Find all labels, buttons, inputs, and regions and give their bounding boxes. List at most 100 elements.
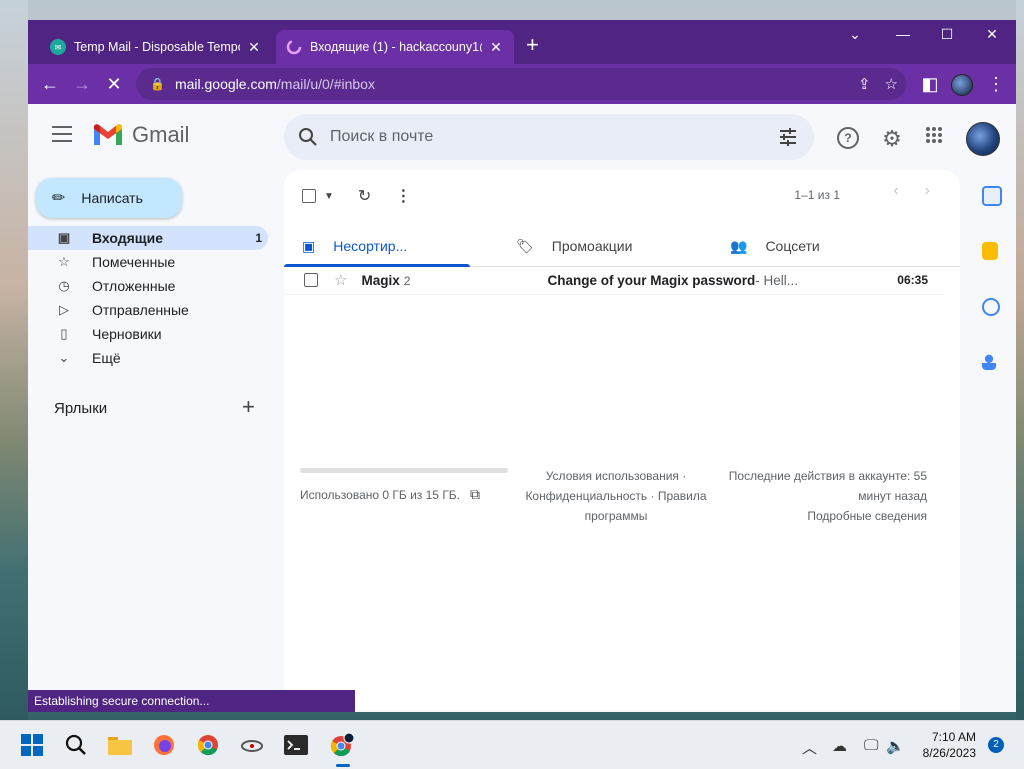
keep-icon[interactable] xyxy=(982,242,998,260)
share-icon[interactable]: ⇪ xyxy=(858,75,871,93)
address-bar[interactable]: 🔒 mail.google.com/mail/u/0/#inbox ⇪ ☆ xyxy=(136,68,906,100)
minimize-icon[interactable]: — xyxy=(891,26,915,42)
category-tabs: ▣ Несортир... 🏷 Промоакции 👥 Соцсети xyxy=(284,226,960,267)
windows-taskbar: ︿ ☁ 🖵 🔈 7:10 AM 8/26/2023 2 xyxy=(0,720,1024,769)
sidebar-item-more[interactable]: ⌄ Ещё xyxy=(28,346,268,370)
sidebar-item-label: Помеченные xyxy=(92,254,176,270)
prev-page-icon[interactable]: ‹ xyxy=(893,182,898,200)
refresh-icon[interactable]: ↻ xyxy=(358,186,371,206)
forward-icon[interactable]: → xyxy=(70,72,94,96)
show-hidden-icons-icon[interactable]: ︿ xyxy=(802,737,817,758)
new-tab-button[interactable]: + xyxy=(526,34,539,56)
tab-search-icon[interactable]: ⌄ xyxy=(843,26,867,43)
open-external-icon[interactable]: ⧉ xyxy=(470,486,480,503)
browser-menu-icon[interactable]: ⋮ xyxy=(984,72,1008,96)
more-options-icon[interactable]: ⋮ xyxy=(395,186,411,206)
contacts-icon[interactable] xyxy=(982,354,996,370)
sidebar-item-starred[interactable]: ☆ Помеченные xyxy=(28,250,268,274)
network-tool-icon[interactable] xyxy=(240,733,264,757)
unread-count: 1 xyxy=(255,231,262,245)
settings-gear-icon[interactable]: ⚙ xyxy=(880,126,904,152)
terminal-icon[interactable] xyxy=(284,733,308,757)
sidebar-item-label: Отправленные xyxy=(92,302,189,318)
stop-loading-icon[interactable]: ✕ xyxy=(102,72,126,96)
tab-title: Входящие (1) - hackaccouny1@gmail.com xyxy=(310,40,482,54)
onedrive-icon[interactable]: ☁ xyxy=(832,737,847,755)
tab-primary[interactable]: ▣ Несортир... xyxy=(284,226,470,267)
firefox-icon[interactable] xyxy=(152,733,176,757)
sidebar-item-drafts[interactable]: ▯ Черновики xyxy=(28,322,268,346)
select-all-checkbox[interactable] xyxy=(302,189,316,203)
email-sender: Magix 2 xyxy=(361,273,547,288)
calendar-icon[interactable] xyxy=(982,186,1002,206)
chevron-down-icon: ⌄ xyxy=(58,350,70,365)
gmail-logo[interactable]: Gmail xyxy=(92,122,189,148)
star-icon[interactable]: ☆ xyxy=(334,271,347,289)
tab-social[interactable]: 👥 Соцсети xyxy=(730,226,820,266)
sidebar-item-inbox[interactable]: ▣ Входящие 1 xyxy=(28,226,268,250)
add-label-button[interactable]: + xyxy=(242,394,255,420)
terms-links[interactable]: Условия использования · Конфиденциальнос… xyxy=(516,466,716,526)
start-windows-icon[interactable] xyxy=(20,733,44,757)
gmail-m-icon xyxy=(94,124,122,145)
tag-icon: 🏷 xyxy=(516,237,534,254)
pencil-icon: ✏ xyxy=(52,190,66,207)
file-explorer-icon[interactable] xyxy=(108,733,132,757)
search-input[interactable]: Поиск в почте xyxy=(330,128,433,146)
network-icon[interactable]: 🖵 xyxy=(864,737,878,754)
desktop-wallpaper-left xyxy=(0,0,28,720)
tab-promotions[interactable]: 🏷 Промоакции xyxy=(516,226,632,266)
tasks-icon[interactable] xyxy=(982,298,1000,316)
tab-title: Temp Mail - Disposable Temporary xyxy=(74,40,240,54)
people-icon: 👥 xyxy=(730,237,748,254)
tab-gmail[interactable]: Входящие (1) - hackaccouny1@gmail.com ✕ xyxy=(276,30,514,64)
activity-text: Последние действия в аккаунте: 55 минут … xyxy=(728,469,927,503)
search-options-icon[interactable] xyxy=(778,127,798,147)
star-icon: ☆ xyxy=(58,254,70,269)
inbox-icon: ▣ xyxy=(57,230,71,245)
next-page-icon[interactable]: › xyxy=(925,182,930,200)
system-clock[interactable]: 7:10 AM 8/26/2023 xyxy=(923,729,976,761)
apps-grid-icon[interactable] xyxy=(922,126,946,149)
address-bar-actions: ⇪ ☆ xyxy=(858,68,898,100)
notification-badge[interactable]: 2 xyxy=(988,737,1004,753)
clock-time: 7:10 AM xyxy=(931,730,976,744)
details-link[interactable]: Подробные сведения xyxy=(724,506,927,526)
compose-button[interactable]: ✏ Написать xyxy=(36,178,182,218)
close-window-icon[interactable]: ✕ xyxy=(980,26,1004,43)
main-menu-icon[interactable] xyxy=(52,126,72,142)
chrome-icon[interactable] xyxy=(196,733,220,757)
tab-tempmail[interactable]: ✉ Temp Mail - Disposable Temporary ✕ xyxy=(40,30,272,64)
desktop-wallpaper-right xyxy=(1016,0,1024,720)
email-snippet: - Hell... xyxy=(755,272,798,288)
help-icon[interactable]: ? xyxy=(836,126,860,149)
sidebar-item-sent[interactable]: ▷ Отправленные xyxy=(28,298,268,322)
taskbar-search-icon[interactable] xyxy=(64,733,88,757)
compose-label: Написать xyxy=(81,190,143,206)
close-tab-icon[interactable]: ✕ xyxy=(246,39,262,56)
close-tab-icon[interactable]: ✕ xyxy=(488,39,504,56)
profile-avatar-icon[interactable] xyxy=(950,72,974,96)
chrome-profile-icon[interactable] xyxy=(330,733,354,757)
volume-icon[interactable]: 🔈 xyxy=(886,737,905,755)
account-avatar[interactable] xyxy=(966,122,1000,156)
bookmark-star-icon[interactable]: ☆ xyxy=(885,75,898,93)
sidebar-item-label: Отложенные xyxy=(92,278,176,294)
search-box[interactable]: Поиск в почте xyxy=(284,114,814,160)
email-row[interactable]: ☆ Magix 2 Change of your Magix password -… xyxy=(284,266,944,295)
select-dropdown-icon[interactable]: ▼ xyxy=(324,191,334,202)
side-panel-icon[interactable]: ◧ xyxy=(918,72,942,96)
search-icon[interactable] xyxy=(298,127,318,147)
storage-text: Использовано 0 ГБ из 15 ГБ. xyxy=(300,487,461,502)
tab-label: Соцсети xyxy=(765,238,820,254)
email-time: 06:35 xyxy=(897,273,928,287)
browser-window: ✉ Temp Mail - Disposable Temporary ✕ Вхо… xyxy=(28,20,1016,712)
list-toolbar: ▼ ↻ ⋮ xyxy=(302,184,411,208)
back-icon[interactable]: ← xyxy=(38,72,62,96)
maximize-icon[interactable]: ☐ xyxy=(935,26,959,43)
active-app-indicator xyxy=(336,764,350,767)
row-checkbox[interactable] xyxy=(304,273,318,287)
sidebar-item-snoozed[interactable]: ◷ Отложенные xyxy=(28,274,268,298)
sidebar-item-label: Ещё xyxy=(92,350,121,366)
url-text: mail.google.com/mail/u/0/#inbox xyxy=(175,76,375,92)
